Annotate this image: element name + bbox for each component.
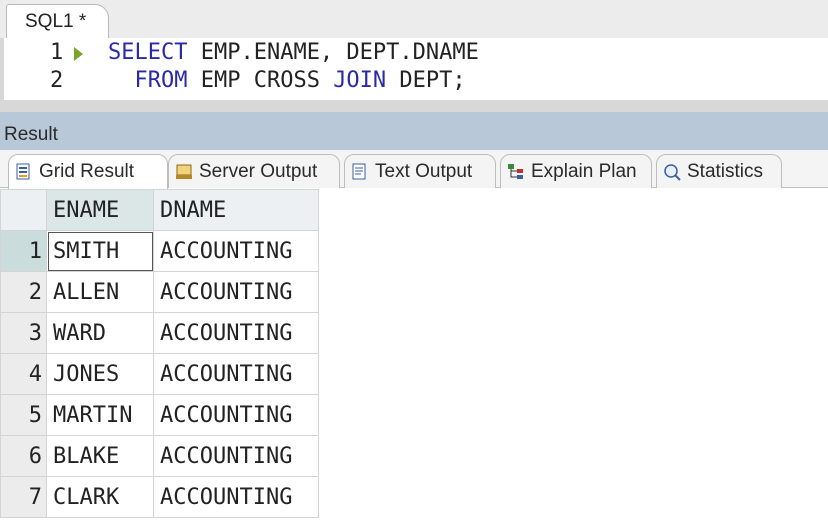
cell-dname[interactable]: ACCOUNTING	[153, 435, 319, 477]
line-number-2: 2	[50, 68, 64, 93]
table-row[interactable]: 6 BLAKE ACCOUNTING	[0, 435, 319, 477]
current-line-arrow-icon	[74, 47, 83, 61]
tab-text-output[interactable]: Text Output	[344, 154, 496, 188]
grid-icon	[15, 163, 33, 181]
row-number[interactable]: 7	[0, 476, 47, 518]
cell-dname[interactable]: ACCOUNTING	[153, 394, 319, 436]
cell-ename[interactable]: MARTIN	[46, 394, 154, 436]
explain-plan-icon	[507, 163, 525, 181]
tab-label: Server Output	[199, 160, 318, 182]
text-output-icon	[351, 163, 369, 181]
table-row[interactable]: 4 JONES ACCOUNTING	[0, 353, 319, 395]
code-text: EMP CROSS	[187, 68, 334, 93]
table-row[interactable]: 3 WARD ACCOUNTING	[0, 312, 319, 354]
code-text: EMP.ENAME, DEPT.DNAME	[187, 40, 479, 65]
column-header-dname[interactable]: DNAME	[153, 189, 319, 231]
line-number-1: 1	[50, 40, 64, 65]
table-row[interactable]: 1 SMITH ACCOUNTING	[0, 230, 319, 272]
editor-tab-title: SQL1 *	[25, 10, 87, 32]
cell-dname[interactable]: ACCOUNTING	[153, 230, 319, 272]
tab-label: Text Output	[375, 160, 473, 182]
cell-dname[interactable]: ACCOUNTING	[153, 312, 319, 354]
tab-server-output[interactable]: Server Output	[168, 154, 340, 188]
tab-label: Grid Result	[39, 161, 135, 182]
cell-ename[interactable]: JONES	[46, 353, 154, 395]
cell-dname[interactable]: ACCOUNTING	[153, 476, 319, 518]
row-number[interactable]: 1	[0, 230, 47, 272]
code-text: DEPT;	[386, 68, 466, 93]
cell-dname[interactable]: ACCOUNTING	[153, 353, 319, 395]
keyword-from: FROM	[134, 68, 188, 93]
table-row[interactable]: 7 CLARK ACCOUNTING	[0, 476, 319, 518]
result-panel-header: Result	[0, 112, 828, 150]
cell-ename[interactable]: WARD	[46, 312, 154, 354]
row-number[interactable]: 6	[0, 435, 47, 477]
code-line-1[interactable]: SELECT EMP.ENAME, DEPT.DNAME	[108, 40, 479, 65]
tab-label: Statistics	[687, 160, 764, 182]
tab-label: Explain Plan	[531, 160, 637, 182]
tab-explain-plan[interactable]: Explain Plan	[500, 154, 652, 188]
cell-ename[interactable]: BLAKE	[46, 435, 154, 477]
statistics-icon	[663, 163, 681, 181]
grid-header-row: ENAME DNAME	[0, 189, 319, 231]
column-header-ename[interactable]: ENAME	[46, 189, 154, 231]
tab-statistics[interactable]: Statistics	[656, 154, 782, 188]
row-number[interactable]: 2	[0, 271, 47, 313]
table-row[interactable]: 2 ALLEN ACCOUNTING	[0, 271, 319, 313]
cell-ename[interactable]: CLARK	[46, 476, 154, 518]
editor-tab-strip: SQL1 *	[0, 0, 828, 39]
keyword-join: JOIN	[333, 68, 387, 93]
code-line-2[interactable]: FROM EMP CROSS JOIN DEPT;	[108, 68, 466, 93]
splitter[interactable]	[0, 100, 828, 112]
table-row[interactable]: 5 MARTIN ACCOUNTING	[0, 394, 319, 436]
result-tab-bar: Grid Result Server Output Text Output Ex…	[0, 150, 828, 189]
sql-editor[interactable]: 1 SELECT EMP.ENAME, DEPT.DNAME 2 FROM EM…	[0, 38, 828, 100]
row-number[interactable]: 3	[0, 312, 47, 354]
result-grid[interactable]: ENAME DNAME 1 SMITH ACCOUNTING 2 ALLEN A…	[0, 189, 319, 518]
tab-grid-result[interactable]: Grid Result	[8, 154, 168, 189]
cell-ename[interactable]: SMITH	[46, 230, 154, 272]
grid-corner[interactable]	[0, 189, 47, 231]
server-output-icon	[175, 163, 193, 181]
cell-dname[interactable]: ACCOUNTING	[153, 271, 319, 313]
cell-ename[interactable]: ALLEN	[46, 271, 154, 313]
result-title: Result	[4, 124, 58, 145]
keyword-select: SELECT	[108, 40, 188, 65]
row-number[interactable]: 5	[0, 394, 47, 436]
row-number[interactable]: 4	[0, 353, 47, 395]
editor-tab-sql1[interactable]: SQL1 *	[6, 4, 110, 38]
